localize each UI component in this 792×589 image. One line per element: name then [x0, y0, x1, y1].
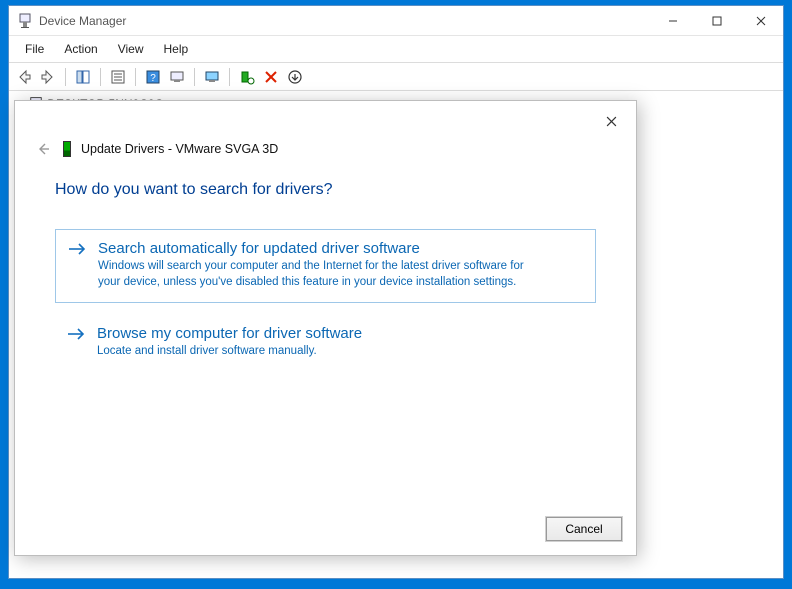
menu-file[interactable]: File — [15, 38, 54, 60]
update-drivers-dialog: Update Drivers - VMware SVGA 3D How do y… — [14, 100, 637, 556]
update-driver-icon[interactable] — [201, 66, 223, 88]
help-icon[interactable]: ? — [142, 66, 164, 88]
window-controls — [651, 6, 783, 35]
arrow-right-icon — [67, 327, 85, 360]
window-title: Device Manager — [39, 14, 651, 28]
forward-icon[interactable] — [37, 66, 59, 88]
option-browse-my-computer[interactable]: Browse my computer for driver software L… — [55, 315, 596, 372]
app-icon — [17, 13, 33, 29]
disable-device-icon[interactable] — [260, 66, 282, 88]
titlebar: Device Manager — [9, 6, 783, 36]
toolbar: ? — [9, 63, 783, 91]
scan-hardware-icon[interactable] — [166, 66, 188, 88]
dialog-body: How do you want to search for drivers? S… — [15, 159, 636, 507]
close-button[interactable] — [739, 6, 783, 35]
dialog-subtitle: Update Drivers - VMware SVGA 3D — [81, 142, 278, 156]
dialog-header: Update Drivers - VMware SVGA 3D — [15, 139, 636, 159]
menu-action[interactable]: Action — [54, 38, 107, 60]
svg-text:?: ? — [150, 73, 156, 84]
option-desc: Locate and install driver software manua… — [97, 344, 362, 360]
show-hide-console-icon[interactable] — [72, 66, 94, 88]
option-title: Browse my computer for driver software — [97, 325, 362, 342]
menu-help[interactable]: Help — [154, 38, 199, 60]
back-arrow-icon[interactable] — [33, 139, 53, 159]
uninstall-device-icon[interactable] — [236, 66, 258, 88]
enable-device-icon[interactable] — [284, 66, 306, 88]
option-desc: Windows will search your computer and th… — [98, 259, 528, 290]
maximize-button[interactable] — [695, 6, 739, 35]
properties-icon[interactable] — [107, 66, 129, 88]
menu-view[interactable]: View — [108, 38, 154, 60]
dialog-footer: Cancel — [15, 507, 636, 555]
option-search-automatically[interactable]: Search automatically for updated driver … — [55, 229, 596, 303]
cancel-button[interactable]: Cancel — [546, 517, 622, 541]
dialog-titlebar — [15, 101, 636, 141]
option-title: Search automatically for updated driver … — [98, 240, 528, 257]
arrow-right-icon — [68, 242, 86, 290]
device-icon — [63, 141, 71, 157]
menu-bar: File Action View Help — [9, 36, 783, 63]
back-icon[interactable] — [13, 66, 35, 88]
dialog-question: How do you want to search for drivers? — [55, 181, 596, 199]
dialog-close-button[interactable] — [598, 108, 624, 134]
minimize-button[interactable] — [651, 6, 695, 35]
